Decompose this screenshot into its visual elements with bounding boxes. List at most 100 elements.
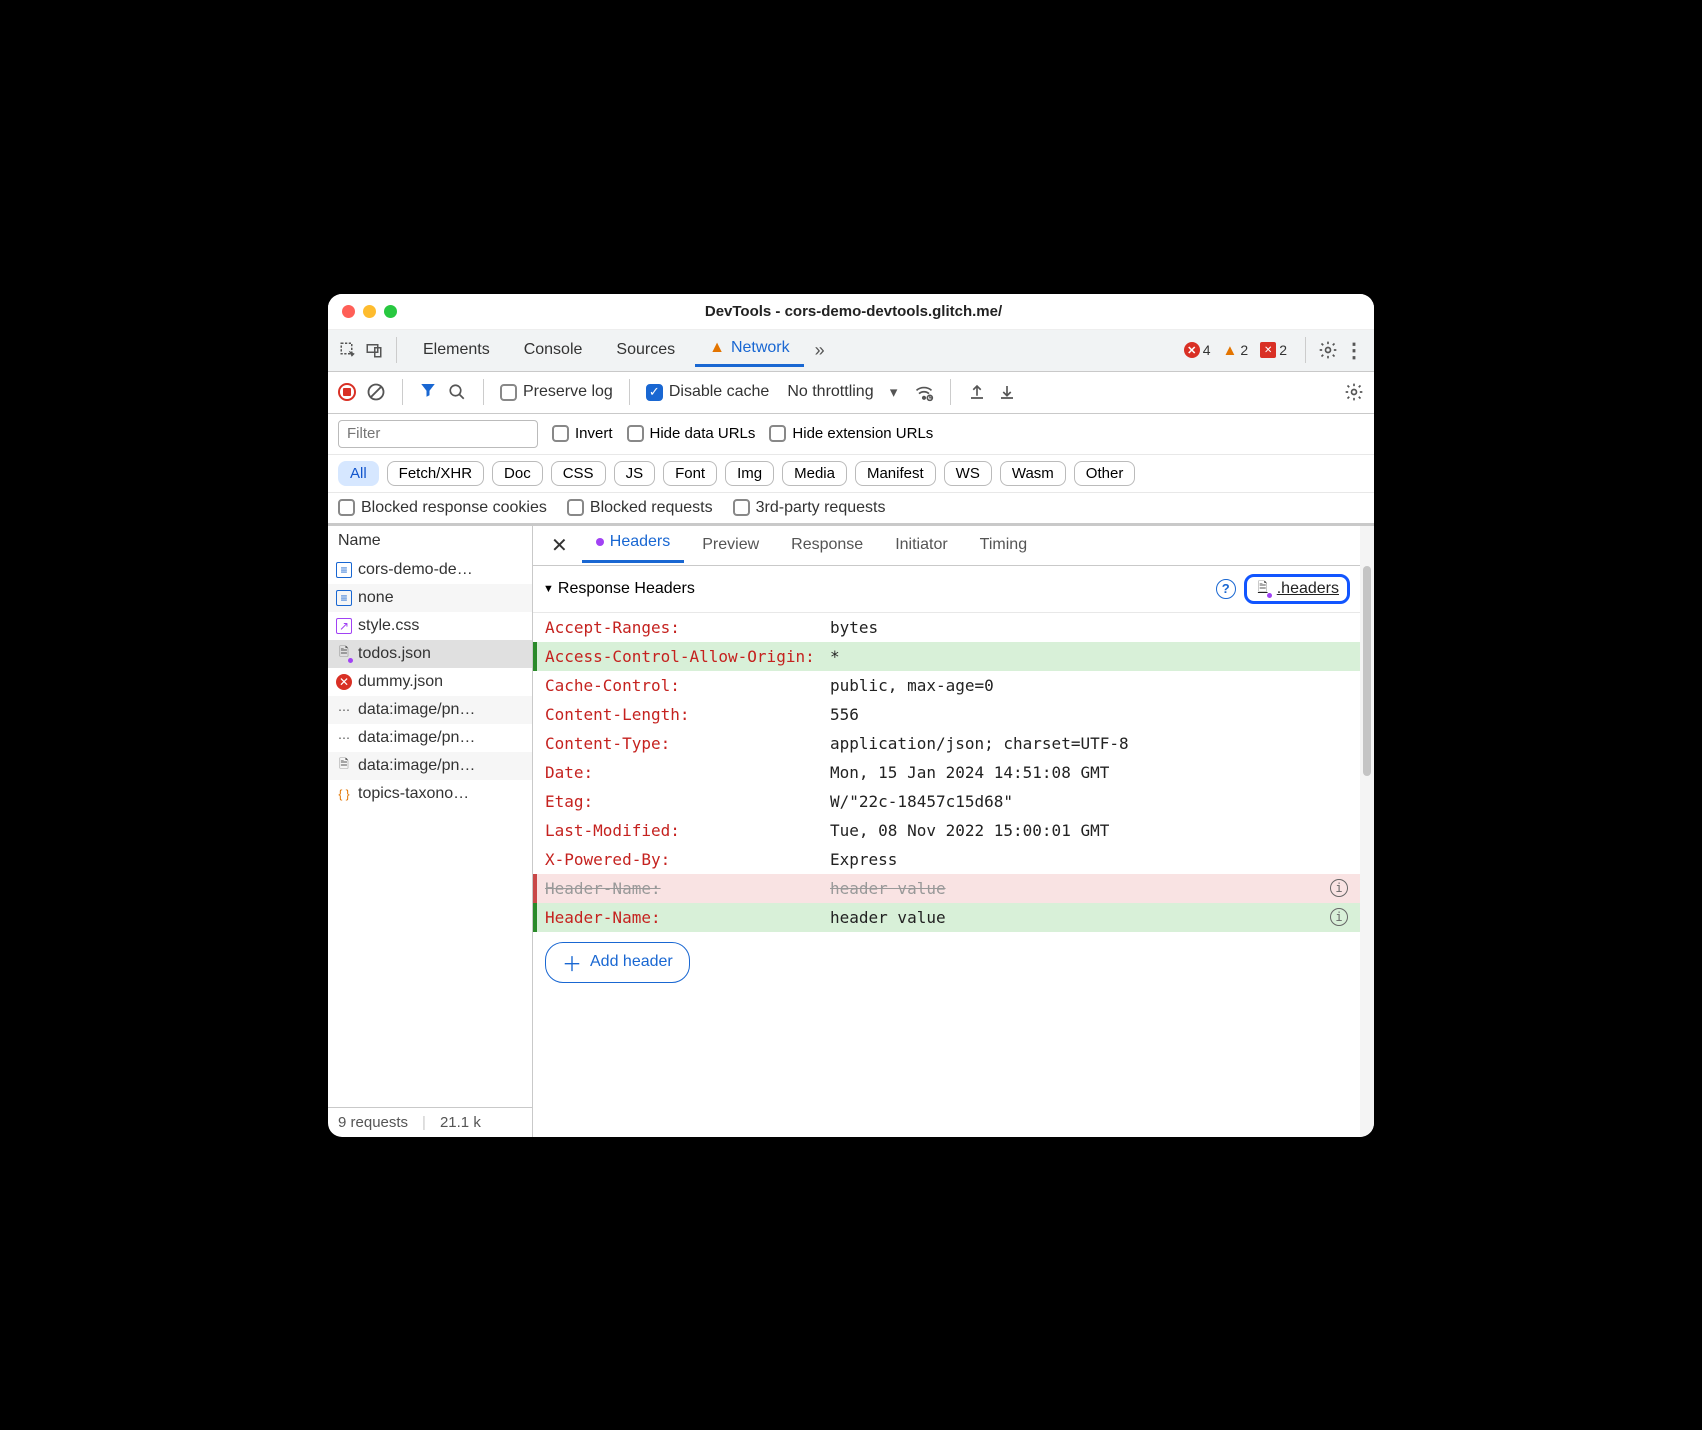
settings-icon[interactable] — [1318, 340, 1338, 360]
tab-sources[interactable]: Sources — [602, 335, 689, 365]
chip-manifest[interactable]: Manifest — [855, 461, 936, 486]
request-row[interactable]: ✕dummy.json — [328, 668, 532, 696]
content-area: Name ≡cors-demo-de… ≡none ↗style.css 🗎to… — [328, 524, 1374, 1137]
invert-checkbox[interactable]: Invert — [552, 425, 613, 442]
detail-tab-bar: ✕ Headers Preview Response Initiator Tim… — [533, 526, 1360, 566]
clear-icon[interactable] — [366, 382, 386, 402]
headers-list: Accept-Ranges:bytes Access-Control-Allow… — [533, 613, 1360, 1137]
preserve-log-checkbox[interactable]: Preserve log — [500, 383, 613, 401]
more-tabs-icon[interactable]: » — [810, 340, 830, 360]
warning-icon: ▲ — [709, 339, 725, 357]
settings-icon[interactable] — [1344, 382, 1364, 402]
inspect-icon[interactable] — [338, 340, 358, 360]
search-icon[interactable] — [447, 382, 467, 402]
request-row[interactable]: ≡none — [328, 584, 532, 612]
header-row-override: Header-Name:header valuei — [533, 903, 1360, 932]
json-icon: { } — [336, 786, 352, 802]
blocked-requests-checkbox[interactable]: Blocked requests — [567, 499, 713, 517]
name-column-header[interactable]: Name — [328, 526, 532, 556]
chip-media[interactable]: Media — [782, 461, 847, 486]
separator — [629, 379, 630, 405]
tab-elements[interactable]: Elements — [409, 335, 504, 365]
type-filter-chips: All Fetch/XHR Doc CSS JS Font Img Media … — [328, 455, 1374, 493]
header-row: Accept-Ranges:bytes — [533, 613, 1360, 642]
scroll-thumb[interactable] — [1363, 566, 1371, 776]
kebab-menu-icon[interactable]: ⋮ — [1344, 340, 1364, 360]
transfer-size: 21.1 k — [440, 1114, 481, 1131]
chip-fetch[interactable]: Fetch/XHR — [387, 461, 484, 486]
third-party-checkbox[interactable]: 3rd-party requests — [733, 499, 886, 517]
download-icon[interactable] — [997, 382, 1017, 402]
info-icon[interactable]: i — [1330, 908, 1348, 926]
throttling-select[interactable]: No throttling — [787, 383, 873, 401]
request-row[interactable]: ⋯data:image/pn… — [328, 724, 532, 752]
network-conditions-icon[interactable] — [914, 382, 934, 402]
request-row[interactable]: ≡cors-demo-de… — [328, 556, 532, 584]
chip-all[interactable]: All — [338, 461, 379, 486]
chip-font[interactable]: Font — [663, 461, 717, 486]
request-row-selected[interactable]: 🗎todos.json — [328, 640, 532, 668]
warning-icon: ▲ — [1223, 342, 1238, 359]
tab-initiator[interactable]: Initiator — [881, 530, 961, 560]
minimize-window-button[interactable] — [363, 305, 376, 318]
warning-count[interactable]: ▲2 — [1223, 342, 1249, 359]
separator — [402, 379, 403, 405]
chip-img[interactable]: Img — [725, 461, 774, 486]
maximize-window-button[interactable] — [384, 305, 397, 318]
scrollbar[interactable] — [1360, 526, 1374, 1137]
tab-network[interactable]: ▲ Network — [695, 333, 804, 367]
tab-preview[interactable]: Preview — [688, 530, 773, 560]
info-icon[interactable]: i — [1330, 879, 1348, 897]
response-headers-section[interactable]: ▼ Response Headers ? 🗎 .headers — [533, 566, 1360, 613]
tab-response[interactable]: Response — [777, 530, 877, 560]
separator — [950, 379, 951, 405]
document-icon: ≡ — [336, 590, 352, 606]
chip-ws[interactable]: WS — [944, 461, 992, 486]
issues-count[interactable]: ✕2 — [1260, 342, 1287, 358]
tab-headers[interactable]: Headers — [582, 527, 684, 563]
upload-icon[interactable] — [967, 382, 987, 402]
add-header-button[interactable]: ＋Add header — [545, 942, 690, 983]
record-button[interactable] — [338, 383, 356, 401]
filter-input[interactable] — [338, 420, 538, 448]
disable-cache-checkbox[interactable]: Disable cache — [646, 383, 770, 401]
file-override-icon: 🗎 — [336, 646, 352, 662]
image-icon: ⋯ — [336, 702, 352, 718]
request-row[interactable]: 🗎data:image/pn… — [328, 752, 532, 780]
chevron-down-icon[interactable]: ▾ — [884, 382, 904, 402]
request-row[interactable]: ⋯data:image/pn… — [328, 696, 532, 724]
filter-icon[interactable] — [419, 381, 437, 404]
close-detail-button[interactable]: ✕ — [541, 533, 578, 558]
tab-console[interactable]: Console — [510, 335, 597, 365]
request-row[interactable]: ↗style.css — [328, 612, 532, 640]
chip-css[interactable]: CSS — [551, 461, 606, 486]
error-icon: ✕ — [336, 674, 352, 690]
chip-doc[interactable]: Doc — [492, 461, 543, 486]
separator — [483, 379, 484, 405]
chip-other[interactable]: Other — [1074, 461, 1136, 486]
override-dot-icon — [596, 538, 604, 546]
blocked-cookies-checkbox[interactable]: Blocked response cookies — [338, 499, 547, 517]
request-list: ≡cors-demo-de… ≡none ↗style.css 🗎todos.j… — [328, 556, 532, 1107]
request-count: 9 requests — [338, 1114, 408, 1131]
hide-data-urls-checkbox[interactable]: Hide data URLs — [627, 425, 756, 442]
request-row[interactable]: { }topics-taxono… — [328, 780, 532, 808]
chip-js[interactable]: JS — [614, 461, 656, 486]
tab-timing[interactable]: Timing — [966, 530, 1041, 560]
help-icon[interactable]: ? — [1216, 579, 1236, 599]
error-count[interactable]: ✕4 — [1184, 342, 1211, 358]
error-icon: ✕ — [1184, 342, 1200, 358]
close-window-button[interactable] — [342, 305, 355, 318]
header-row: Content-Type:application/json; charset=U… — [533, 729, 1360, 758]
hide-extension-urls-checkbox[interactable]: Hide extension URLs — [769, 425, 933, 442]
header-row-removed: Header-Name:header valuei — [533, 874, 1360, 903]
image-icon: ⋯ — [336, 730, 352, 746]
header-row: Cache-Control:public, max-age=0 — [533, 671, 1360, 700]
network-toolbar: Preserve log Disable cache No throttling… — [328, 372, 1374, 414]
separator — [1305, 337, 1306, 363]
device-icon[interactable] — [364, 340, 384, 360]
header-row: Last-Modified:Tue, 08 Nov 2022 15:00:01 … — [533, 816, 1360, 845]
headers-override-link[interactable]: 🗎 .headers — [1244, 574, 1350, 604]
chip-wasm[interactable]: Wasm — [1000, 461, 1066, 486]
extra-filters: Blocked response cookies Blocked request… — [328, 493, 1374, 524]
